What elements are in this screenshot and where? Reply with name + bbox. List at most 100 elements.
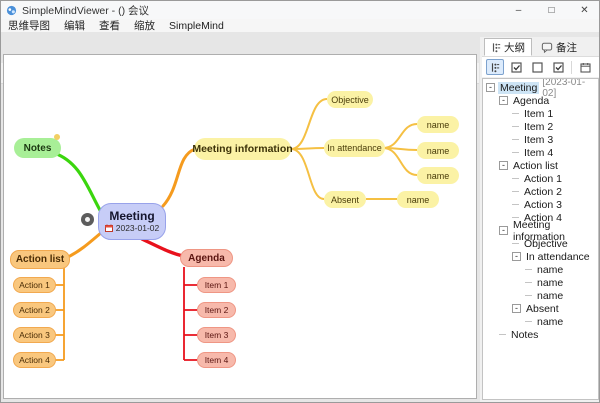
outline-toolbar: [482, 56, 599, 77]
tree-item-label: Objective: [522, 238, 570, 250]
node-item[interactable]: Item 4: [197, 352, 236, 368]
node-absent[interactable]: Absent: [324, 191, 366, 208]
tree-item-label: Action 2: [522, 186, 564, 198]
tree-item[interactable]: name: [483, 289, 598, 302]
tree-connector-line: [512, 191, 519, 192]
tree-item-label: name: [535, 290, 565, 302]
node-name[interactable]: name: [397, 191, 439, 208]
tree-connector-line: [525, 282, 532, 283]
tree-connector-line: [499, 334, 506, 335]
tree-expander-icon[interactable]: -: [512, 304, 521, 313]
tree-connector-line: [512, 139, 519, 140]
tab-notes[interactable]: 备注: [534, 38, 584, 56]
node-in-attendance[interactable]: In attendance: [324, 139, 385, 157]
tree-item-label: Agenda: [511, 95, 551, 107]
tab-outline-label: 大纲: [504, 40, 525, 55]
outline-mode-button[interactable]: [486, 59, 504, 75]
node-name[interactable]: name: [417, 142, 459, 159]
tree-item[interactable]: -Absent: [483, 302, 598, 315]
tree-item[interactable]: Item 2: [483, 120, 598, 133]
menu-zoom[interactable]: 缩放: [134, 18, 155, 33]
collapse-handle-icon[interactable]: [81, 213, 94, 226]
node-action-list[interactable]: Action list: [10, 250, 70, 269]
mindmap-canvas[interactable]: Notes Meeting 2023-01-02 Meeting informa…: [3, 54, 477, 399]
tree-connector-line: [512, 126, 519, 127]
tree-item-label: Notes: [509, 329, 540, 341]
checkbox-checked-icon: [553, 62, 564, 73]
tree-item[interactable]: name: [483, 315, 598, 328]
tree-item-label: name: [535, 264, 565, 276]
node-meeting-information[interactable]: Meeting information: [194, 138, 291, 160]
tree-expander-icon[interactable]: -: [486, 83, 495, 92]
tree-item[interactable]: Item 3: [483, 133, 598, 146]
meeting-date: 2023-01-02: [116, 223, 159, 233]
tree-expander-icon[interactable]: -: [499, 226, 508, 235]
tree-item-label: Item 3: [522, 134, 555, 146]
node-item[interactable]: Item 3: [197, 327, 236, 343]
node-action[interactable]: Action 2: [13, 302, 56, 318]
title-bar: SimpleMindViewer - () 会议 – □ ✕: [1, 1, 600, 19]
node-meeting[interactable]: Meeting 2023-01-02: [98, 203, 166, 240]
checkbox-checked-icon: [511, 62, 522, 73]
tree-item[interactable]: Item 4: [483, 146, 598, 159]
tree-item-label: Absent: [524, 303, 561, 315]
menu-view[interactable]: 查看: [99, 18, 120, 33]
menu-simplemind[interactable]: SimpleMind: [169, 20, 224, 32]
show-dates-button[interactable]: [576, 59, 594, 75]
tree-item[interactable]: -In attendance: [483, 250, 598, 263]
tree-item[interactable]: Action 1: [483, 172, 598, 185]
node-objective[interactable]: Objective: [327, 91, 373, 108]
minimize-button[interactable]: –: [502, 1, 535, 19]
tree-connector-line: [525, 321, 532, 322]
tree-connector-line: [512, 152, 519, 153]
tree-item-label: name: [535, 277, 565, 289]
calendar-icon: [580, 62, 591, 73]
node-item[interactable]: Item 2: [197, 302, 236, 318]
tree-item-label: Item 2: [522, 121, 555, 133]
node-item[interactable]: Item 1: [197, 277, 236, 293]
node-action[interactable]: Action 3: [13, 327, 56, 343]
tree-item[interactable]: -Meeting information: [483, 224, 598, 237]
node-name[interactable]: name: [417, 167, 459, 184]
tree-expander-icon[interactable]: -: [499, 161, 508, 170]
tree-item-label: Action 1: [522, 173, 564, 185]
menu-edit[interactable]: 编辑: [64, 18, 85, 33]
node-name[interactable]: name: [417, 116, 459, 133]
tree-item[interactable]: -Action list: [483, 159, 598, 172]
tree-item-label: Meeting: [498, 82, 539, 94]
calendar-icon: [105, 224, 113, 232]
outline-icon: [490, 62, 500, 73]
node-notes[interactable]: Notes: [14, 138, 61, 158]
meeting-title: Meeting: [109, 210, 154, 222]
show-checked-button[interactable]: [507, 59, 525, 75]
tree-connector-line: [512, 178, 519, 179]
outline-tree[interactable]: -Meeting[2023-01-02]-AgendaItem 1Item 2I…: [482, 78, 599, 400]
show-all-checkboxes-button[interactable]: [549, 59, 567, 75]
tree-item-label: Action list: [511, 160, 560, 172]
tree-item[interactable]: Action 2: [483, 185, 598, 198]
connector-lines: [4, 55, 476, 398]
note-indicator-dot: [54, 134, 60, 140]
tree-item[interactable]: Action 3: [483, 198, 598, 211]
close-button[interactable]: ✕: [568, 1, 600, 19]
tree-connector-line: [512, 204, 519, 205]
tree-item[interactable]: name: [483, 263, 598, 276]
tab-outline[interactable]: 大纲: [484, 38, 532, 56]
tree-connector-line: [512, 113, 519, 114]
tree-item[interactable]: Item 1: [483, 107, 598, 120]
tree-expander-icon[interactable]: -: [512, 252, 521, 261]
tree-item[interactable]: -Meeting[2023-01-02]: [483, 81, 598, 94]
comment-bubble-icon: [541, 42, 553, 53]
show-unchecked-button[interactable]: [528, 59, 546, 75]
tree-item-label: In attendance: [524, 251, 592, 263]
node-action[interactable]: Action 4: [13, 352, 56, 368]
node-action[interactable]: Action 1: [13, 277, 56, 293]
tree-item[interactable]: name: [483, 276, 598, 289]
outline-icon: [491, 42, 501, 53]
tree-item-label: Item 1: [522, 108, 555, 120]
menu-mindmap[interactable]: 思维导图: [8, 18, 50, 33]
maximize-button[interactable]: □: [535, 1, 568, 19]
tree-item[interactable]: Notes: [483, 328, 598, 341]
tree-expander-icon[interactable]: -: [499, 96, 508, 105]
node-agenda[interactable]: Agenda: [180, 249, 233, 267]
